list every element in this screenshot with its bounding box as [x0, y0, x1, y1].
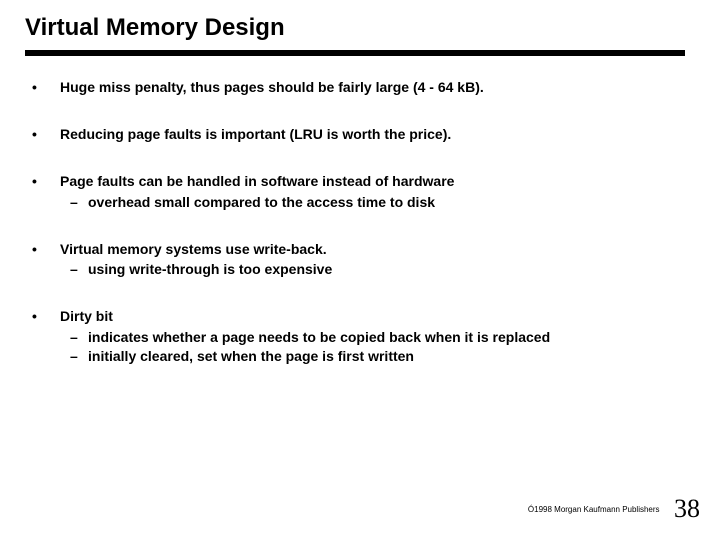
slide-footer: Ó1998 Morgan Kaufmann Publishers 38 — [528, 494, 700, 524]
sub-list-item: indicates whether a page needs to be cop… — [60, 328, 690, 347]
sub-bullet-text: indicates whether a page needs to be cop… — [88, 329, 550, 345]
list-item: Dirty bit indicates whether a page needs… — [30, 307, 690, 366]
slide-body: Huge miss penalty, thus pages should be … — [30, 78, 690, 394]
sub-bullet-text: using write-through is too expensive — [88, 261, 332, 277]
list-item: Virtual memory systems use write-back. u… — [30, 240, 690, 280]
bullet-list: Huge miss penalty, thus pages should be … — [30, 78, 690, 366]
bullet-text: Dirty bit — [60, 308, 113, 324]
page-title: Virtual Memory Design — [25, 14, 285, 42]
sub-bullet-text: initially cleared, set when the page is … — [88, 348, 414, 364]
bullet-text: Page faults can be handled in software i… — [60, 173, 454, 189]
list-item: Huge miss penalty, thus pages should be … — [30, 78, 690, 97]
sub-list: overhead small compared to the access ti… — [60, 193, 690, 212]
bullet-text: Virtual memory systems use write-back. — [60, 241, 327, 257]
title-rule — [25, 50, 685, 56]
sub-list: indicates whether a page needs to be cop… — [60, 328, 690, 366]
bullet-text: Huge miss penalty, thus pages should be … — [60, 79, 484, 95]
sub-list: using write-through is too expensive — [60, 260, 690, 279]
sub-list-item: using write-through is too expensive — [60, 260, 690, 279]
slide: Virtual Memory Design Huge miss penalty,… — [0, 0, 720, 540]
page-number: 38 — [674, 494, 700, 523]
sub-list-item: initially cleared, set when the page is … — [60, 347, 690, 366]
copyright-text: Ó1998 Morgan Kaufmann Publishers — [528, 505, 660, 514]
sub-bullet-text: overhead small compared to the access ti… — [88, 194, 435, 210]
list-item: Page faults can be handled in software i… — [30, 172, 690, 212]
list-item: Reducing page faults is important (LRU i… — [30, 125, 690, 144]
bullet-text: Reducing page faults is important (LRU i… — [60, 126, 451, 142]
sub-list-item: overhead small compared to the access ti… — [60, 193, 690, 212]
